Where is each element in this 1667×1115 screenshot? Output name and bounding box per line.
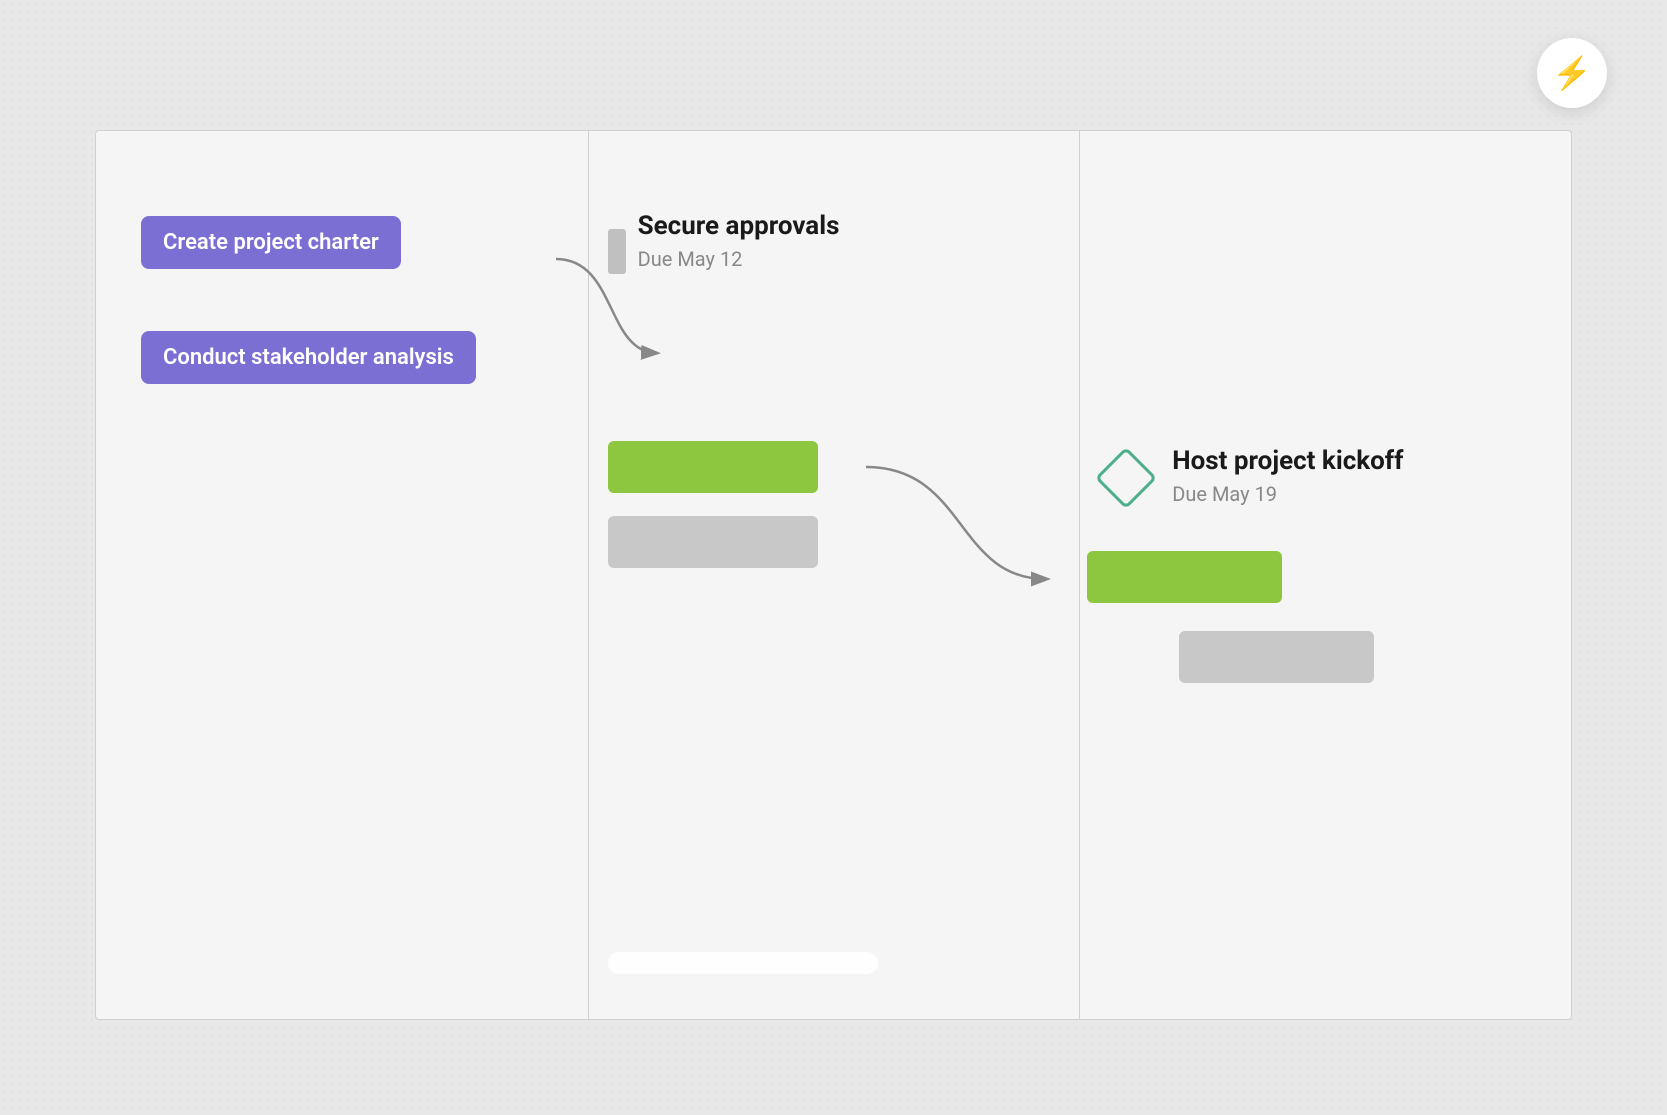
green-bar-1[interactable] bbox=[608, 441, 818, 493]
column-divider-2 bbox=[1079, 131, 1080, 1019]
scrollbar[interactable] bbox=[608, 952, 878, 974]
milestone-dot bbox=[608, 229, 626, 274]
task-chip-create-project-charter[interactable]: Create project charter bbox=[141, 216, 401, 269]
gray-bar-2[interactable] bbox=[1179, 631, 1374, 683]
milestone-title: Secure approvals bbox=[638, 211, 840, 241]
task-label: Conduct stakeholder analysis bbox=[163, 345, 454, 370]
task-label: Create project charter bbox=[163, 230, 379, 255]
lightning-button[interactable]: ⚡ bbox=[1537, 38, 1607, 108]
milestone-host-project-kickoff: Host project kickoff Due May 19 bbox=[1104, 446, 1403, 506]
green-bar-2[interactable] bbox=[1087, 551, 1282, 603]
gantt-chart: Create project charter Conduct stakehold… bbox=[95, 130, 1572, 1020]
lightning-icon: ⚡ bbox=[1552, 54, 1592, 92]
milestone-title: Host project kickoff bbox=[1172, 446, 1403, 476]
milestone-due-date: Due May 19 bbox=[1172, 482, 1403, 506]
column-divider-1 bbox=[588, 131, 589, 1019]
gray-bar-1[interactable] bbox=[608, 516, 818, 568]
diamond-icon bbox=[1095, 447, 1157, 509]
task-chip-conduct-stakeholder-analysis[interactable]: Conduct stakeholder analysis bbox=[141, 331, 476, 384]
milestone-due-date: Due May 12 bbox=[638, 247, 840, 271]
milestone-secure-approvals: Secure approvals Due May 12 bbox=[618, 211, 840, 271]
